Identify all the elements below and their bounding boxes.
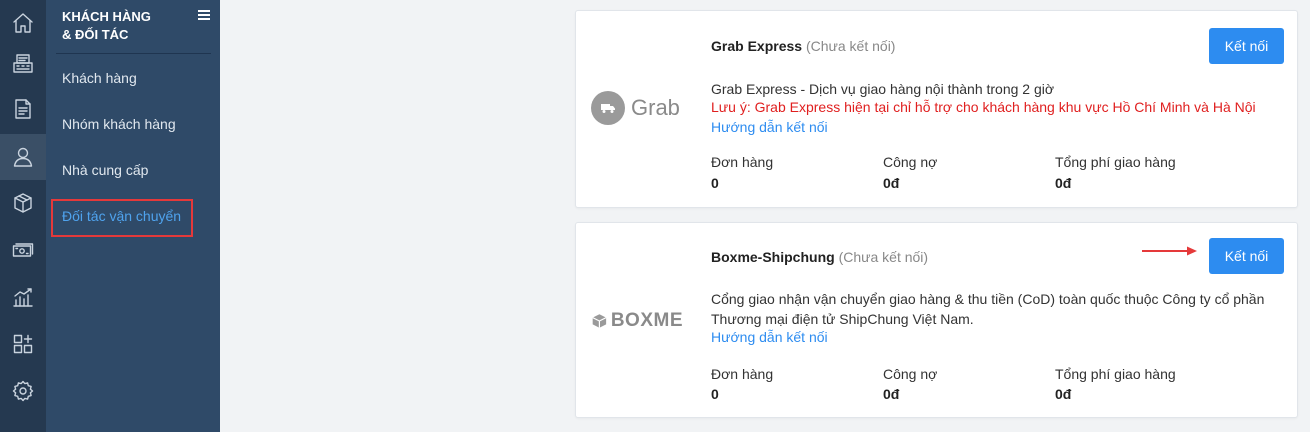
stat-orders-value: 0 <box>711 386 719 402</box>
nav-customers[interactable] <box>0 134 46 180</box>
apps-icon <box>13 334 33 354</box>
nav-products[interactable] <box>0 180 46 226</box>
partner-name: Boxme-Shipchung <box>711 249 835 265</box>
stat-shipping-fee-label: Tổng phí giao hàng <box>1055 366 1176 382</box>
nav-settings[interactable] <box>0 368 46 414</box>
submenu-title-line2: & ĐỐI TÁC <box>62 27 129 42</box>
submenu-item-customers[interactable]: Khách hàng <box>62 70 137 86</box>
annotation-arrow-icon <box>1142 246 1197 256</box>
cash-register-icon <box>13 54 33 73</box>
grab-express-badge-icon <box>591 91 625 125</box>
stat-debt-value: 0đ <box>883 386 900 402</box>
stat-shipping-fee-label: Tổng phí giao hàng <box>1055 154 1176 170</box>
connect-button[interactable]: Kết nối <box>1209 238 1284 274</box>
stat-debt-label: Công nợ <box>883 366 938 382</box>
connection-status: (Chưa kết nối) <box>838 249 929 265</box>
partner-title: Grab Express (Chưa kết nối) <box>711 38 895 54</box>
hamburger-menu-icon[interactable] <box>198 10 210 20</box>
partner-title: Boxme-Shipchung (Chưa kết nối) <box>711 249 928 265</box>
nav-pos[interactable] <box>0 40 46 86</box>
partner-warning: Lưu ý: Grab Express hiện tại chỉ hỗ trợ … <box>711 99 1256 115</box>
grab-logo: Grab <box>591 91 683 125</box>
customer-icon <box>13 147 33 167</box>
money-icon <box>12 243 34 257</box>
nav-cashbook[interactable] <box>0 227 46 273</box>
stat-debt-label: Công nợ <box>883 154 938 170</box>
stat-orders-value: 0 <box>711 175 719 191</box>
connection-guide-link[interactable]: Hướng dẫn kết nối <box>711 119 828 135</box>
connection-status: (Chưa kết nối) <box>805 38 896 54</box>
nav-apps[interactable] <box>0 321 46 367</box>
report-chart-icon <box>13 288 33 307</box>
stat-shipping-fee-value: 0đ <box>1055 175 1072 191</box>
submenu-title-line1: KHÁCH HÀNG <box>62 9 151 24</box>
stat-orders-label: Đơn hàng <box>711 366 774 382</box>
annotation-highlight-box <box>51 199 193 237</box>
submenu-item-customer-groups[interactable]: Nhóm khách hàng <box>62 116 176 132</box>
boxme-logo: BOXME <box>591 308 683 334</box>
connect-button[interactable]: Kết nối <box>1209 28 1284 64</box>
settings-icon <box>12 380 34 402</box>
partner-card-grab: Grab Grab Express (Chưa kết nối) Kết nối… <box>575 10 1298 208</box>
partner-name: Grab Express <box>711 38 803 54</box>
submenu-divider <box>56 53 211 54</box>
invoice-icon <box>15 99 31 119</box>
boxme-logo-text: BOXME <box>610 310 683 331</box>
stat-debt-value: 0đ <box>883 175 900 191</box>
partner-description: Grab Express - Dịch vụ giao hàng nội thà… <box>711 81 1055 97</box>
stat-shipping-fee-value: 0đ <box>1055 386 1072 402</box>
submenu-title: KHÁCH HÀNG & ĐỐI TÁC <box>62 8 187 44</box>
icon-sidebar <box>0 0 46 432</box>
nav-reports[interactable] <box>0 274 46 320</box>
connection-guide-link[interactable]: Hướng dẫn kết nối <box>711 329 828 345</box>
home-icon <box>13 13 33 33</box>
partner-card-boxme: BOXME Boxme-Shipchung (Chưa kết nối) Kết… <box>575 222 1298 418</box>
box-icon <box>14 193 32 213</box>
partner-description: Cổng giao nhận vận chuyển giao hàng & th… <box>711 291 1265 327</box>
submenu-item-suppliers[interactable]: Nhà cung cấp <box>62 162 148 178</box>
nav-orders[interactable] <box>0 86 46 132</box>
boxme-cube-icon <box>592 314 607 328</box>
grab-logo-text: Grab <box>631 95 680 120</box>
stat-orders-label: Đơn hàng <box>711 154 774 170</box>
